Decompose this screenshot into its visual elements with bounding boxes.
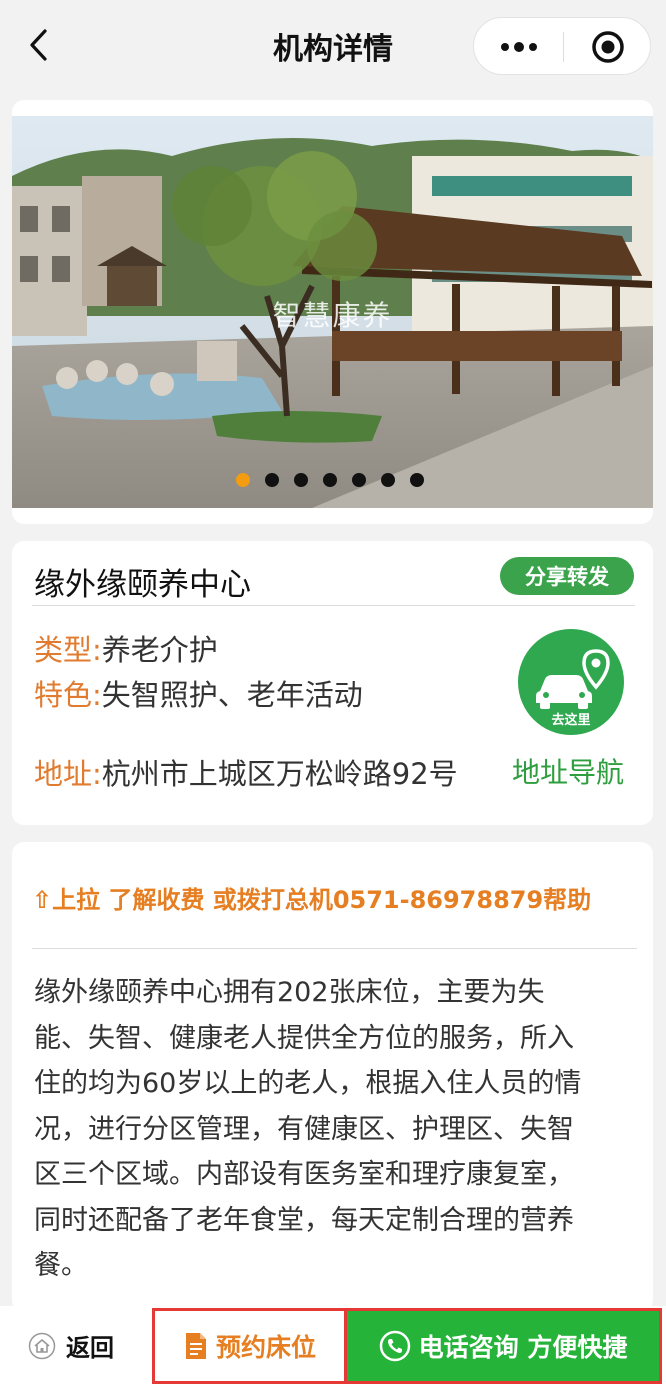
description-line: 能、失智、健康老人提供全方位的服务，所入 (34, 1022, 574, 1054)
type-row: 类型:养老介护 (34, 627, 218, 669)
feature-value: 失智照护、老年活动 (101, 678, 363, 712)
divider (32, 605, 635, 606)
divider (32, 948, 637, 949)
institution-info-card: 缘外缘颐养中心 分享转发 类型:养老介护 特色:失智照护、老年活动 地址:杭州市… (12, 541, 653, 825)
return-button[interactable]: 返回 (28, 1328, 114, 1363)
carousel-dot[interactable] (294, 473, 308, 487)
bottom-action-bar: 返回 预约床位 电话咨询 方便快捷 (0, 1306, 666, 1386)
description-line: 况，进行分区管理，有健康区、护理区、失智 (34, 1113, 574, 1145)
description-line: 住的均为60岁以上的老人，根据入住人员的情 (34, 1068, 582, 1099)
feature-label: 特色: (34, 678, 102, 712)
address-navigation-link[interactable]: 地址导航 (512, 751, 624, 791)
mini-program-capsule (473, 17, 651, 75)
target-icon[interactable] (564, 18, 652, 76)
more-dots-icon[interactable] (474, 18, 563, 76)
go-here-label: 去这里 (551, 713, 591, 728)
description-line: 缘外缘颐养中心拥有202张床位，主要为失 (34, 977, 545, 1008)
reserve-bed-button[interactable]: 预约床位 (152, 1308, 348, 1384)
share-button[interactable]: 分享转发 (500, 557, 634, 595)
phone-icon (379, 1330, 410, 1362)
feature-row: 特色:失智照护、老年活动 (34, 672, 363, 714)
description-line: 餐。 (34, 1250, 88, 1281)
carousel-dot[interactable] (323, 473, 337, 487)
home-icon (28, 1332, 56, 1359)
banner-watermark-text: 智慧康养 (272, 299, 393, 332)
description-card: ⇧上拉 了解收费 或拨打总机0571-86978879帮助 缘外缘颐养中心拥有2… (12, 842, 653, 1312)
carousel-dot[interactable] (265, 473, 279, 487)
description-text: 缘外缘颐养中心拥有202张床位，主要为失 能、失智、健康老人提供全方位的服务，所… (34, 970, 634, 1289)
description-line: 区三个区域。内部设有医务室和理疗康复室， (34, 1159, 574, 1190)
carousel-dot[interactable] (381, 473, 395, 487)
description-line: 同时还配备了老年食堂，每天定制合理的营养 (34, 1204, 574, 1236)
address-label: 地址: (34, 757, 102, 791)
phone-consult-label: 电话咨询 方便快捷 (418, 1333, 628, 1362)
phone-consult-button[interactable]: 电话咨询 方便快捷 (344, 1308, 662, 1384)
return-label: 返回 (66, 1334, 114, 1362)
address-value: 杭州市上城区万松岭路92号 (101, 757, 458, 791)
carousel-indicators (236, 473, 424, 487)
navigation-bar: 机构详情 (0, 0, 666, 90)
banner-carousel[interactable]: 智慧康养 (12, 116, 653, 508)
carousel-dot[interactable] (410, 473, 424, 487)
carousel-dot[interactable] (236, 473, 250, 487)
document-icon (185, 1333, 206, 1359)
reserve-bed-label: 预约床位 (215, 1333, 316, 1362)
type-label: 类型: (34, 633, 102, 667)
address-row: 地址:杭州市上城区万松岭路92号 (34, 751, 458, 793)
go-here-button[interactable]: 去这里 (518, 629, 624, 735)
pull-up-hint[interactable]: ⇧上拉 了解收费 或拨打总机0571-86978879帮助 (32, 880, 591, 915)
type-value: 养老介护 (101, 633, 218, 667)
carousel-dot[interactable] (352, 473, 366, 487)
institution-name: 缘外缘颐养中心 (34, 567, 251, 603)
